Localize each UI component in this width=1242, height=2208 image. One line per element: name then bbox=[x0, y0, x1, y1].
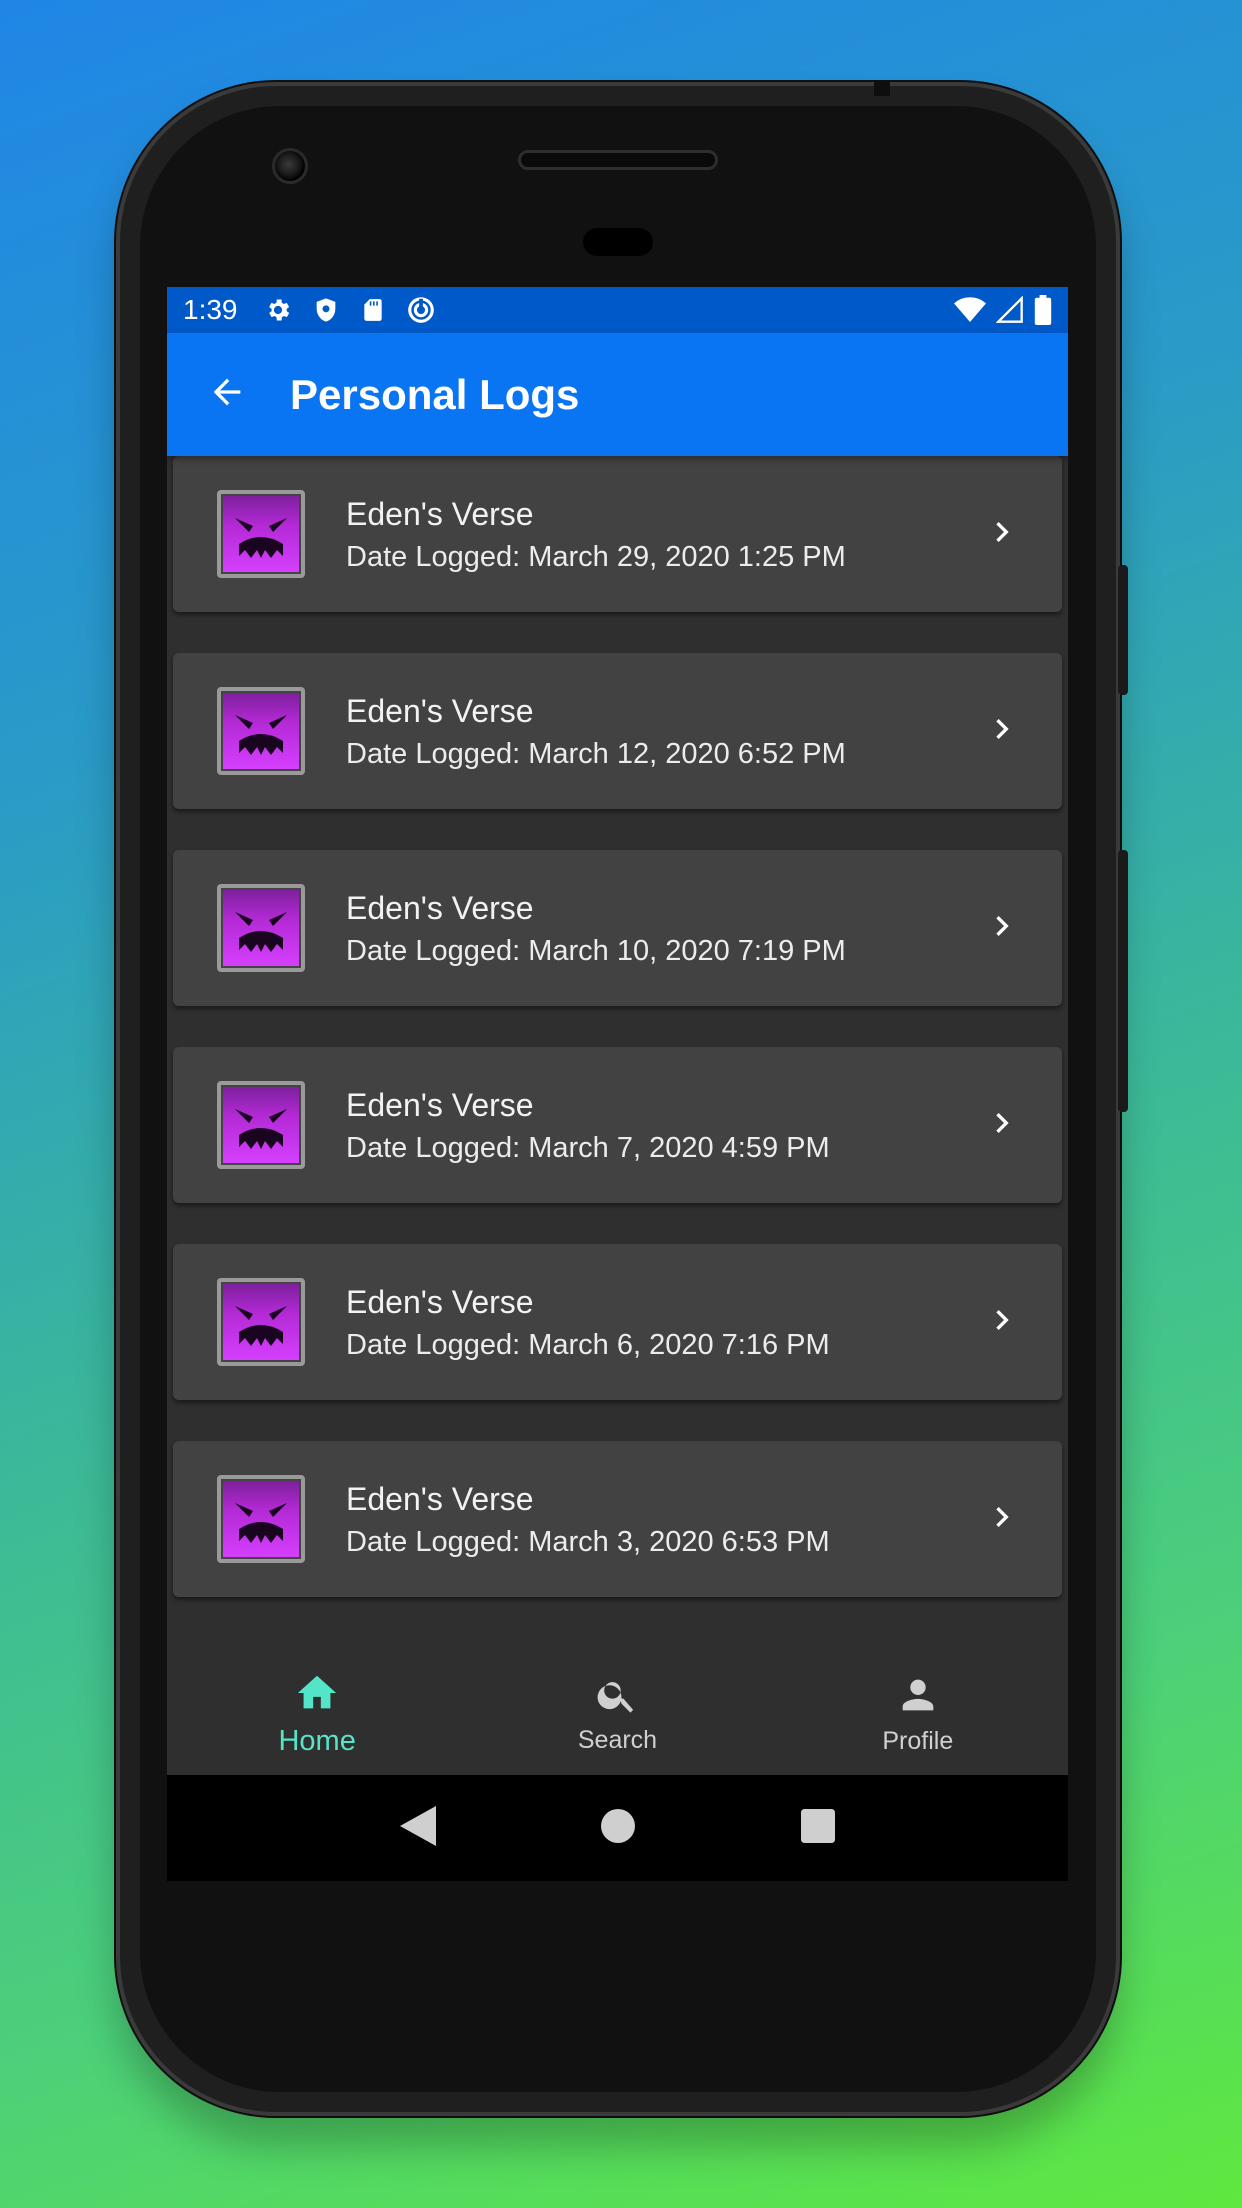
system-home-button[interactable] bbox=[601, 1808, 636, 1848]
game-thumbnail-image bbox=[217, 884, 305, 972]
nav-label-search: Search bbox=[577, 1726, 658, 1754]
sd-card-icon bbox=[360, 296, 386, 324]
page-title: Personal Logs bbox=[290, 370, 580, 418]
log-text: Eden's Verse Date Logged: March 6, 2020 … bbox=[346, 1282, 830, 1365]
front-camera bbox=[272, 148, 308, 184]
proximity-sensor bbox=[583, 228, 653, 256]
log-text: Eden's Verse Date Logged: March 12, 2020… bbox=[346, 691, 846, 774]
nav-label-home: Home bbox=[278, 1725, 356, 1757]
data-saver-icon bbox=[406, 295, 436, 325]
person-icon bbox=[895, 1672, 941, 1723]
log-text: Eden's Verse Date Logged: March 7, 2020 … bbox=[346, 1085, 830, 1168]
chevron-right-icon bbox=[982, 1103, 1022, 1148]
log-date: Date Logged: March 29, 2020 1:25 PM bbox=[346, 541, 846, 573]
status-icons-right bbox=[954, 295, 1052, 325]
app-bar: Personal Logs bbox=[167, 333, 1068, 456]
log-list-item[interactable]: Eden's Verse Date Logged: March 10, 2020… bbox=[173, 850, 1062, 1006]
log-title: Eden's Verse bbox=[346, 1481, 534, 1517]
log-text: Eden's Verse Date Logged: March 10, 2020… bbox=[346, 888, 846, 971]
app-screen: 1:39 Personal Logs Eden's Verse Date Log… bbox=[167, 287, 1068, 1881]
log-list-item[interactable]: Eden's Verse Date Logged: March 29, 2020… bbox=[173, 456, 1062, 612]
system-back-button[interactable] bbox=[399, 1805, 436, 1851]
log-list-item[interactable]: Eden's Verse Date Logged: March 3, 2020 … bbox=[173, 1441, 1062, 1597]
wifi-icon bbox=[954, 296, 986, 324]
log-date: Date Logged: March 10, 2020 7:19 PM bbox=[346, 935, 846, 967]
log-title: Eden's Verse bbox=[346, 693, 534, 729]
chevron-right-icon bbox=[982, 1300, 1022, 1345]
back-button[interactable] bbox=[167, 333, 287, 456]
bottom-navigation: Home Search Profile bbox=[167, 1649, 1068, 1775]
chevron-right-icon bbox=[982, 512, 1022, 557]
battery-icon bbox=[1034, 295, 1052, 325]
phone-top-notch bbox=[874, 82, 890, 96]
log-list-item[interactable]: Eden's Verse Date Logged: March 7, 2020 … bbox=[173, 1047, 1062, 1203]
log-title: Eden's Verse bbox=[346, 1087, 534, 1123]
log-title: Eden's Verse bbox=[346, 496, 534, 532]
nav-item-profile[interactable]: Profile bbox=[768, 1649, 1068, 1775]
search-icon bbox=[595, 1673, 639, 1722]
nav-item-home[interactable]: Home bbox=[167, 1649, 467, 1775]
home-icon bbox=[294, 1670, 340, 1721]
system-navigation-bar bbox=[167, 1775, 1068, 1881]
log-title: Eden's Verse bbox=[346, 1284, 534, 1320]
log-date: Date Logged: March 12, 2020 6:52 PM bbox=[346, 738, 846, 770]
chevron-right-icon bbox=[982, 1497, 1022, 1542]
arrow-back-icon bbox=[207, 372, 247, 417]
log-text: Eden's Verse Date Logged: March 3, 2020 … bbox=[346, 1479, 830, 1562]
nav-item-search[interactable]: Search bbox=[467, 1649, 767, 1775]
game-thumbnail-image bbox=[217, 490, 305, 578]
log-list[interactable]: Eden's Verse Date Logged: March 29, 2020… bbox=[167, 456, 1068, 1733]
earpiece-speaker bbox=[518, 150, 718, 170]
log-text: Eden's Verse Date Logged: March 29, 2020… bbox=[346, 494, 846, 577]
cell-signal-icon bbox=[996, 296, 1024, 324]
status-time: 1:39 bbox=[183, 294, 238, 325]
log-list-item[interactable]: Eden's Verse Date Logged: March 12, 2020… bbox=[173, 653, 1062, 809]
status-bar: 1:39 bbox=[167, 287, 1068, 333]
power-button bbox=[1118, 850, 1128, 1112]
log-date: Date Logged: March 3, 2020 6:53 PM bbox=[346, 1526, 830, 1558]
chevron-right-icon bbox=[982, 709, 1022, 754]
log-list-item[interactable]: Eden's Verse Date Logged: March 6, 2020 … bbox=[173, 1244, 1062, 1400]
game-thumbnail-image bbox=[217, 1081, 305, 1169]
game-thumbnail-image bbox=[217, 687, 305, 775]
volume-button bbox=[1118, 565, 1128, 695]
settings-gear-icon bbox=[264, 296, 292, 324]
chevron-right-icon bbox=[982, 906, 1022, 951]
shield-icon bbox=[312, 296, 340, 324]
log-date: Date Logged: March 7, 2020 4:59 PM bbox=[346, 1132, 830, 1164]
game-thumbnail-image bbox=[217, 1475, 305, 1563]
system-recents-button[interactable] bbox=[801, 1808, 836, 1848]
status-icons-left bbox=[264, 295, 436, 325]
game-thumbnail-image bbox=[217, 1278, 305, 1366]
log-title: Eden's Verse bbox=[346, 890, 534, 926]
log-date: Date Logged: March 6, 2020 7:16 PM bbox=[346, 1329, 830, 1361]
nav-label-profile: Profile bbox=[882, 1727, 954, 1755]
